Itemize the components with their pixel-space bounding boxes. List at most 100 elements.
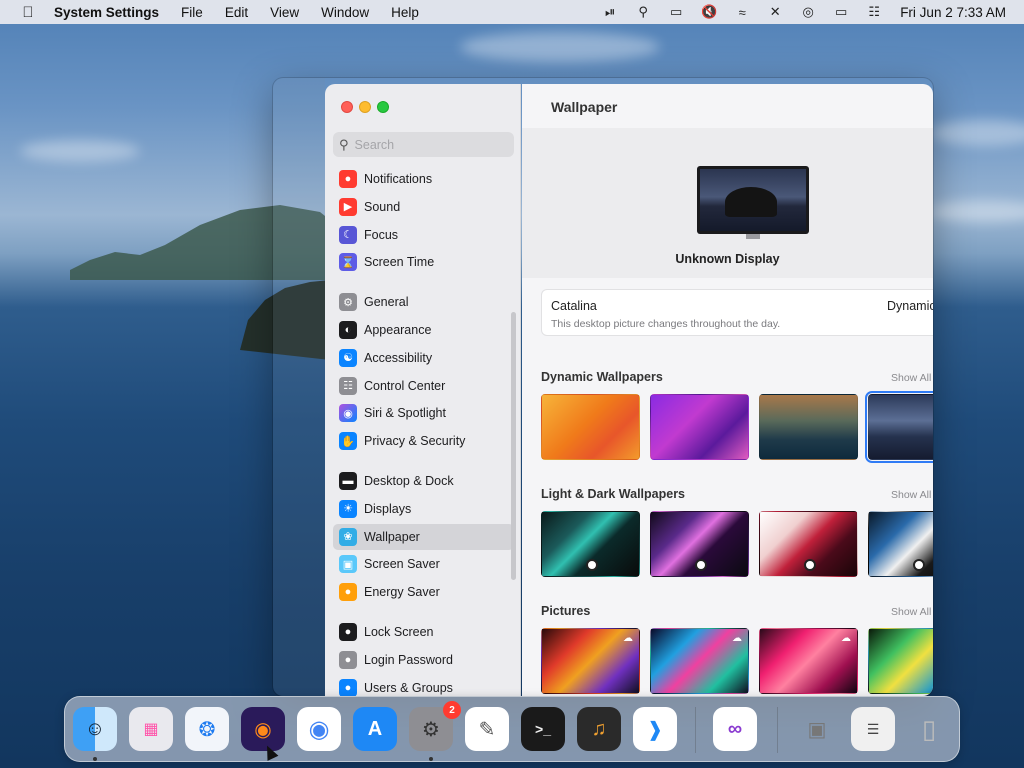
minimize-button[interactable] [359,101,371,113]
gear-icon: ⚙ [339,293,357,312]
sidebar-item-screen-time[interactable]: ⌛ Screen Time [333,249,514,275]
lock-icon: ● [339,622,357,641]
menu-help[interactable]: Help [391,5,419,20]
section-title-light-dark: Light & Dark Wallpapers [541,487,686,501]
show-all-light-dark-button[interactable]: Show All [891,489,931,501]
search-icon: ⚲ [339,136,349,152]
wifi-icon[interactable]: ≈ [734,4,750,20]
sidebar-item-wallpaper[interactable]: ❀ Wallpaper [333,523,514,550]
dock-separator [695,707,696,753]
system-settings-icon[interactable]: ⚙ 2 [409,701,461,751]
safari-icon[interactable]: ❂ [185,707,229,751]
current-wallpaper-description: This desktop picture changes throughout … [551,318,781,330]
sidebar-item-focus[interactable]: ☾ Focus [333,222,514,248]
light-dark-badge-icon [695,559,707,571]
speaker-icon: ▶ [339,197,357,216]
flower-icon: ❀ [339,527,357,546]
downloads-stack-icon[interactable]: ☰ [851,707,895,751]
launchpad-icon[interactable]: ▦ [129,707,173,751]
wallpaper-thumbnail[interactable] [541,394,640,460]
search-input[interactable] [354,137,505,152]
menu-clock[interactable]: Fri Jun 2 7:33 AM [900,5,1006,20]
accessibility-icon: ☯ [339,348,357,367]
download-cloud-icon[interactable]: ☁ [623,633,633,644]
sidebar-item-control-center[interactable]: ☷ Control Center [333,373,514,399]
sidebar-item-accessibility[interactable]: ☯ Accessibility [333,345,514,371]
sidebar-item-general[interactable]: ⚙ General [333,289,514,315]
sidebar-item-label: General [364,295,409,310]
running-indicator [93,757,97,761]
sidebar-item-sound[interactable]: ▶ Sound [333,194,514,220]
wallpaper-thumbnail[interactable]: ☁ [759,628,858,694]
window-controls [341,101,389,113]
screen-mirror-icon[interactable]: ▭ [668,4,684,20]
bluetooth-off-icon[interactable]: ✕ [767,4,783,20]
appearance-icon: ◐ [339,320,357,339]
search-field[interactable]: ⚲ [333,132,514,157]
control-center-icon[interactable]: ☷ [866,4,882,20]
wallpaper-thumbnail[interactable] [868,511,933,577]
sidebar-item-notifications[interactable]: ● Notifications [333,166,514,192]
wallpaper-thumbnail[interactable] [759,394,858,460]
sidebar-item-displays[interactable]: ☀ Displays [333,496,514,522]
sidebar-item-appearance[interactable]: ◐ Appearance [333,317,514,343]
textedit-icon[interactable]: ✎ [465,707,509,751]
preview-icon[interactable]: ▣ [795,707,839,751]
show-all-pictures-button[interactable]: Show All [891,606,931,618]
display-icon[interactable]: ▭ [833,4,849,20]
vscode-icon[interactable]: ❱ [633,707,677,751]
sidebar-item-login-password[interactable]: ● Login Password [333,647,514,673]
finder-icon[interactable]: ☺ [73,707,117,751]
sidebar-item-label: Siri & Spotlight [364,406,446,421]
sidebar-item-label: Screen Time [364,255,435,270]
search-icon[interactable]: ⚲ [635,4,651,20]
wallpaper-thumbnail[interactable] [759,511,858,577]
menu-app-name[interactable]: System Settings [54,5,159,20]
mute-icon[interactable]: 🔇 [701,4,717,20]
wallpaper-mode-popup[interactable]: Dynamic [887,299,933,313]
sidebar-item-users-groups[interactable]: ● Users & Groups [333,675,514,696]
apple-icon[interactable]:  [18,4,38,21]
chrome-icon[interactable]: ◉ [297,707,341,751]
show-all-dynamic-button[interactable]: Show All [891,372,931,384]
sidebar-scrollbar[interactable] [511,312,516,580]
garageband-icon[interactable]: ♫ [577,707,621,751]
sidebar-item-desktop-dock[interactable]: ▬ Desktop & Dock [333,468,514,494]
menu-window[interactable]: Window [321,5,369,20]
sidebar-item-screen-saver[interactable]: ▣ Screen Saver [333,551,514,577]
zoom-button[interactable] [377,101,389,113]
sidebar-item-privacy-security[interactable]: ✋ Privacy & Security [333,428,514,454]
wallpaper-thumbnail[interactable]: ☁ [650,628,749,694]
display-preview: Unknown Display [522,128,933,278]
dock-separator [777,707,778,753]
app-store-icon[interactable]: A [353,707,397,751]
wallpaper-thumbnail[interactable]: ☁ [541,628,640,694]
monitor-stand [746,234,760,239]
wallpaper-thumbnail[interactable] [868,628,933,694]
lock-icon: ● [339,650,357,669]
menu-edit[interactable]: Edit [225,5,248,20]
wallpaper-thumbnail-selected[interactable] [865,391,933,463]
sidebar-item-label: Desktop & Dock [364,473,454,488]
sidebar-item-label: Screen Saver [364,557,440,572]
sidebar-item-lock-screen[interactable]: ● Lock Screen [333,619,514,645]
sidebar-item-label: Login Password [364,652,453,667]
sidebar-item-energy-saver[interactable]: ● Energy Saver [333,579,514,605]
play-circle-icon[interactable]: ⏯ [602,4,618,20]
trash-icon[interactable]: ▯ [907,707,951,751]
sidebar-item-siri-spotlight[interactable]: ◉ Siri & Spotlight [333,400,514,426]
menu-bar:  System Settings File Edit View Window … [0,0,1024,24]
firefox-icon[interactable]: ◉ [241,707,285,751]
wallpaper-thumbnail[interactable] [650,394,749,460]
menu-view[interactable]: View [270,5,299,20]
airdrop-icon[interactable]: ◎ [800,4,816,20]
visual-studio-icon[interactable]: ∞ [713,707,757,751]
wallpaper-thumbnail[interactable] [541,511,640,577]
menu-file[interactable]: File [181,5,203,20]
download-cloud-icon[interactable]: ☁ [732,633,742,644]
close-button[interactable] [341,101,353,113]
sidebar: ⚲ ● Notifications ▶ Sound ☾ Focus ⌛ Scre… [325,84,521,696]
wallpaper-thumbnail[interactable] [650,511,749,577]
terminal-icon[interactable]: >_ [521,707,565,751]
download-cloud-icon[interactable]: ☁ [841,633,851,644]
